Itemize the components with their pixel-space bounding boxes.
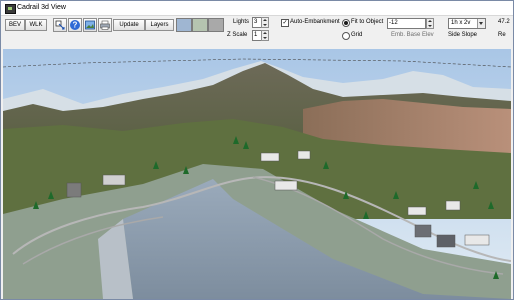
emb-base-elev-label: Emb. Base Elev <box>391 32 434 38</box>
auto-embankment-checkbox[interactable]: ✓ <box>281 19 289 27</box>
emb-base-elev-spinner[interactable] <box>426 18 434 29</box>
cadrail-3d-view-window: Cadrail 3d View BEV WLK ? Update Layers … <box>0 0 514 300</box>
3d-viewport[interactable] <box>3 49 511 299</box>
zscale-spinner[interactable] <box>261 30 269 41</box>
fit-to-object-radio[interactable] <box>342 19 350 27</box>
print-icon[interactable] <box>98 18 112 32</box>
app-icon <box>5 4 16 14</box>
move-view-icon[interactable] <box>53 18 67 32</box>
cut-value: 47.2 <box>498 19 510 25</box>
side-slope-value: 1h x 2v <box>451 20 471 26</box>
svg-text:?: ? <box>73 21 78 30</box>
window-title: Cadrail 3d View <box>17 4 66 11</box>
grid-radio[interactable] <box>342 32 350 40</box>
zscale-label: Z Scale <box>227 32 248 38</box>
fit-to-object-label: Fit to Object <box>351 19 384 25</box>
bev-button[interactable]: BEV <box>5 19 25 31</box>
building <box>414 224 432 238</box>
building <box>464 234 490 246</box>
building <box>102 174 126 186</box>
side-slope-label: Side Slope <box>448 32 478 38</box>
emb-base-elev-input[interactable]: -12 <box>387 18 426 29</box>
ground-color-swatch[interactable] <box>192 18 208 32</box>
3d-scene[interactable] <box>3 49 511 299</box>
side-slope-dropdown[interactable]: 1h x 2v <box>448 18 486 29</box>
building <box>260 152 280 162</box>
cut-label: Re <box>498 32 506 38</box>
sky-color-swatch[interactable] <box>176 18 192 32</box>
title-bar: Cadrail 3d View <box>1 1 513 16</box>
building <box>445 200 461 211</box>
snapshot-icon[interactable] <box>83 18 97 32</box>
base-color-swatch[interactable] <box>208 18 224 32</box>
building <box>274 180 298 191</box>
help-icon[interactable]: ? <box>68 18 82 32</box>
building <box>66 182 82 198</box>
toolbar: BEV WLK ? Update Layers Lights 3 Z Scale… <box>1 16 513 48</box>
layers-button[interactable]: Layers <box>145 19 174 31</box>
lights-spinner[interactable] <box>261 17 269 28</box>
wlk-button[interactable]: WLK <box>25 19 47 31</box>
auto-embankment-label: Auto-Embankment <box>290 19 340 25</box>
lights-label: Lights <box>233 19 250 25</box>
building <box>407 206 427 216</box>
chevron-down-icon <box>477 19 485 28</box>
building <box>297 150 311 160</box>
building <box>436 234 456 248</box>
update-button[interactable]: Update <box>113 19 145 31</box>
grid-label: Grid <box>351 32 363 38</box>
